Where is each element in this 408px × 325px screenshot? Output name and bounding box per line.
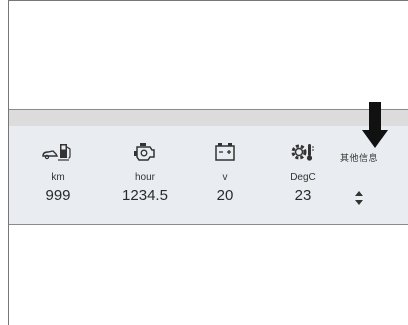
gear-temperature-icon: [291, 144, 314, 161]
up-down-arrows-icon[interactable]: [354, 190, 364, 206]
gauge-temperature-value: 23: [294, 187, 312, 204]
battery-icon: [215, 143, 235, 161]
gauge-hour-value: 1234.5: [122, 187, 168, 204]
gauge-km-value: 999: [45, 187, 71, 204]
gauge-voltage-unit: v: [222, 172, 228, 183]
other-info-label: 其他信息: [340, 153, 379, 163]
gauge-voltage-value: 20: [216, 187, 234, 204]
gauge-temperature-unit: DegC: [290, 172, 316, 183]
fuel-range-icon: [42, 144, 71, 161]
gauge-voltage: v 20: [197, 126, 253, 224]
gauge-hour: hour 1234.5: [112, 126, 178, 224]
header-band: [9, 109, 408, 126]
down-arrow-icon: [362, 102, 388, 148]
gauge-hour-unit: hour: [134, 172, 155, 183]
engine-icon: [134, 143, 155, 161]
info-panel: km 999 hour 1234.5 v 20 DegC 23 其他信息: [9, 126, 408, 225]
screen-frame: km 999 hour 1234.5 v 20 DegC 23 其他信息: [8, 0, 408, 325]
gauge-km: km 999: [30, 126, 86, 224]
gauge-km-unit: km: [51, 172, 65, 183]
gauge-temperature: DegC 23: [275, 126, 331, 224]
